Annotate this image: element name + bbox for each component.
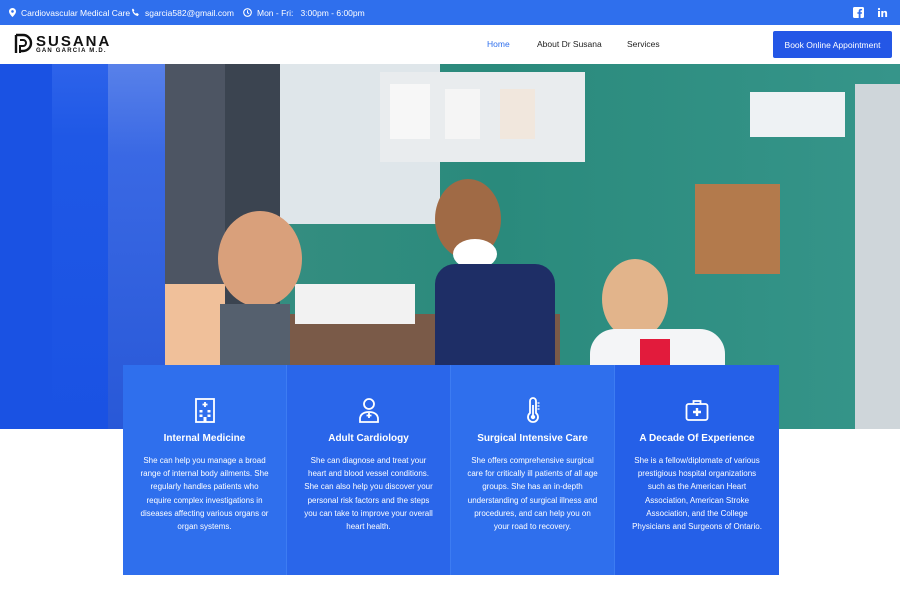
facebook-icon[interactable] (853, 7, 864, 18)
service-cards: Internal Medicine She can help you manag… (123, 365, 779, 575)
hours-item: Mon - Fri: 3:00pm - 6:00pm (243, 0, 365, 25)
email-text: sgarcia582@gmail.com (145, 7, 234, 18)
service-card: Adult Cardiology She can diagnose and tr… (287, 365, 451, 575)
card-text: She can help you manage a broad range of… (140, 456, 269, 532)
card-text: She can diagnose and treat your heart an… (304, 456, 433, 532)
first-aid-kit-icon (685, 400, 709, 421)
phone-icon (132, 8, 139, 16)
specialty-text: Cardiovascular Medical Care (21, 7, 131, 18)
logo-subtitle: GAN GARCIA M.D. (36, 48, 107, 54)
nav-services[interactable]: Services (627, 39, 660, 49)
linkedin-icon[interactable] (877, 7, 888, 18)
nav-about[interactable]: About Dr Susana (537, 39, 602, 49)
site-header: SUSANA GAN GARCIA M.D. Home About Dr Sus… (0, 25, 900, 64)
specialty-item: Cardiovascular Medical Care (9, 0, 130, 25)
doctor-icon (358, 398, 379, 423)
book-appointment-button[interactable]: Book Online Appointment (773, 31, 892, 58)
hero-decor-strip (52, 64, 110, 429)
card-title: A Decade Of Experience (639, 433, 755, 444)
site-logo[interactable]: SUSANA GAN GARCIA M.D. (14, 33, 114, 57)
clock-icon (243, 8, 252, 17)
card-title: Surgical Intensive Care (477, 433, 588, 444)
card-text: She offers comprehensive surgical care f… (467, 456, 598, 532)
email-item[interactable]: sgarcia582@gmail.com (131, 0, 234, 25)
hours-text: Mon - Fri: 3:00pm - 6:00pm (257, 7, 365, 18)
card-title: Internal Medicine (163, 433, 246, 444)
service-card: Surgical Intensive Care She offers compr… (451, 365, 615, 575)
card-text: She is a fellow/diplomate of various pre… (632, 456, 762, 532)
top-info-bar: Cardiovascular Medical Care sgarcia582@g… (0, 0, 900, 25)
service-card: Internal Medicine She can help you manag… (123, 365, 287, 575)
card-title: Adult Cardiology (328, 433, 409, 444)
service-card: A Decade Of Experience She is a fellow/d… (615, 365, 779, 575)
hospital-icon (194, 398, 215, 423)
thermometer-icon (526, 397, 539, 423)
nav-home[interactable]: Home (487, 39, 510, 49)
logo-monogram-icon (14, 33, 33, 53)
location-pin-icon (9, 8, 16, 17)
